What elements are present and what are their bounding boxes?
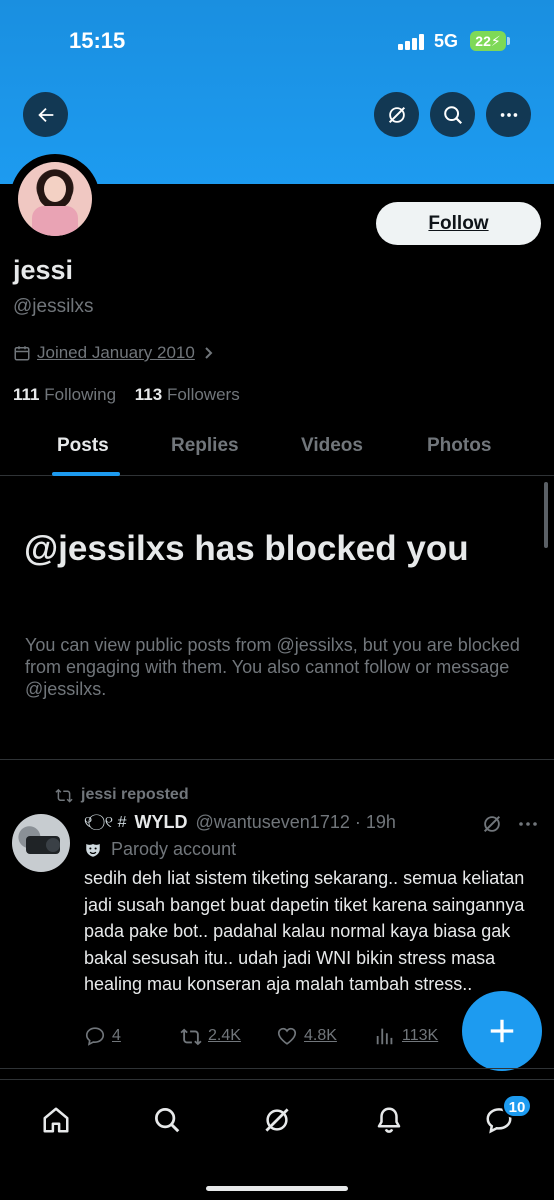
repost-icon	[55, 788, 73, 803]
battery-icon: 22⚡	[470, 31, 506, 51]
heart-icon	[277, 1027, 297, 1045]
post-time[interactable]: 19h	[366, 812, 396, 833]
grok-button[interactable]	[374, 92, 419, 137]
followers-label: Followers	[166, 385, 240, 404]
post-body[interactable]: sedih deh liat sistem tiketing sekarang.…	[84, 865, 534, 998]
reply-button[interactable]: 4	[84, 1025, 121, 1047]
blocked-title: @jessilxs has blocked you	[24, 529, 469, 568]
search-icon	[155, 1108, 180, 1133]
nav-grok[interactable]	[259, 1102, 295, 1138]
author-handle[interactable]: @wantuseven1712	[195, 812, 349, 833]
status-time: 15:15	[69, 28, 126, 53]
grok-icon	[388, 106, 405, 123]
followers-count: 113	[134, 385, 163, 404]
tab-posts[interactable]: Posts	[57, 435, 109, 457]
chevron-right-icon	[205, 347, 213, 359]
search-button[interactable]	[430, 92, 475, 137]
home-icon	[43, 1107, 69, 1133]
tab-photos[interactable]: Photos	[427, 435, 491, 457]
post-header: ୧ ⃝ ୧ # WYLD @wantuseven1712 · 19h	[84, 812, 396, 833]
post-author-avatar[interactable]	[12, 814, 70, 872]
tab-videos[interactable]: Videos	[301, 435, 363, 457]
parody-mask-icon	[86, 843, 100, 857]
signal-icon	[398, 34, 426, 50]
repost-label: jessi reposted	[81, 786, 189, 803]
post-actions: 4 2.4K 4.8K 113K	[84, 1025, 464, 1051]
views-icon	[376, 1028, 393, 1045]
back-button[interactable]	[23, 92, 68, 137]
nav-home[interactable]	[38, 1102, 74, 1138]
repost-icon	[180, 1028, 202, 1046]
more-horizontal-icon	[500, 112, 517, 117]
network-type: 5G	[434, 31, 459, 51]
more-button[interactable]	[486, 92, 531, 137]
blocked-message: You can view public posts from @jessilxs…	[25, 635, 520, 699]
display-name: jessi	[13, 255, 74, 285]
home-indicator	[206, 1186, 348, 1191]
battery-tip	[507, 37, 510, 45]
follow-button[interactable]: Follow	[376, 202, 541, 245]
avatar[interactable]	[18, 162, 92, 236]
parody-label: Parody account	[111, 839, 237, 859]
active-tab-indicator	[52, 472, 120, 476]
repost-indicator[interactable]: jessi reposted	[55, 786, 189, 804]
following-count: 111	[13, 385, 40, 404]
repost-count: 2.4K	[208, 1027, 241, 1044]
following-link[interactable]: 111 Following	[13, 385, 116, 404]
views-count: 113K	[402, 1027, 439, 1044]
plus-icon	[490, 1019, 514, 1043]
tab-replies[interactable]: Replies	[171, 435, 239, 457]
post-divider	[0, 1068, 554, 1069]
profile-tabs: Posts Replies Videos Photos	[0, 420, 554, 476]
follow-stats: 111 Following 113 Followers	[13, 385, 240, 405]
section-divider	[0, 759, 554, 760]
grok-icon	[265, 1108, 289, 1132]
parody-badge: Parody account	[84, 839, 236, 860]
joined-date[interactable]: Joined January 2010	[13, 343, 215, 363]
messages-badge: 10	[502, 1094, 532, 1118]
nav-notifications[interactable]	[371, 1102, 407, 1138]
following-label: Following	[44, 385, 117, 404]
grok-icon[interactable]	[481, 813, 503, 835]
arrow-left-icon	[37, 107, 53, 122]
nav-search[interactable]	[149, 1102, 185, 1138]
notifications-icon	[377, 1107, 401, 1133]
status-bar: 15:15 5G 22⚡	[0, 0, 554, 84]
scrollbar[interactable]	[544, 482, 548, 548]
joined-label: Joined January 2010	[37, 343, 195, 362]
followers-link[interactable]: 113 Followers	[135, 385, 240, 404]
compose-button[interactable]	[462, 991, 542, 1071]
post-more-icon[interactable]	[516, 812, 540, 836]
like-count: 4.8K	[304, 1027, 337, 1044]
search-icon	[443, 105, 462, 124]
like-button[interactable]: 4.8K	[276, 1025, 337, 1047]
profile-handle: @jessilxs	[13, 296, 94, 317]
calendar-icon	[14, 346, 30, 361]
bottom-nav	[0, 1079, 554, 1200]
reply-icon	[85, 1027, 105, 1046]
reply-count: 4	[112, 1027, 121, 1044]
views-button[interactable]: 113K	[374, 1025, 438, 1047]
meta-separator: ·	[354, 812, 361, 832]
battery-level: 22	[475, 33, 491, 49]
author-emoji: ୧ ⃝ ୧ #	[84, 813, 127, 831]
author-name[interactable]: WYLD	[134, 812, 187, 833]
repost-button[interactable]: 2.4K	[180, 1025, 241, 1047]
